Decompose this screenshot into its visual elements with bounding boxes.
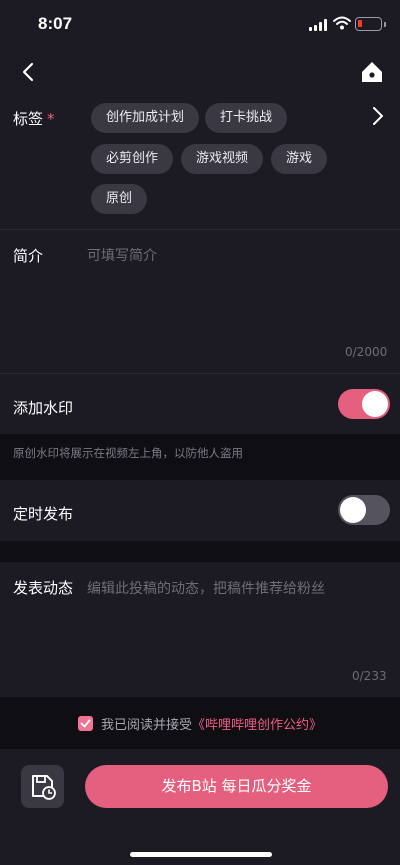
tag-chip[interactable]: 原创 (91, 184, 148, 214)
chevron-right-icon[interactable] (366, 104, 390, 128)
agreement-checkbox[interactable] (78, 715, 93, 731)
toggle-knob (362, 391, 388, 417)
section-gap (0, 541, 400, 562)
save-draft-button[interactable] (21, 765, 64, 808)
status-bar: 8:07 (0, 0, 400, 48)
required-mark: * (47, 110, 55, 128)
tag-chip[interactable]: 创作加成计划 (91, 103, 200, 133)
save-draft-icon (32, 775, 56, 800)
agreement-row: 我已阅读并接受 《哔哩哔哩创作公约》 (78, 714, 322, 733)
check-icon (80, 719, 91, 727)
tag-chip[interactable]: 游戏 (271, 144, 328, 174)
battery-icon (355, 17, 386, 31)
wifi-icon (333, 16, 351, 30)
intro-counter: 0/2000 (345, 345, 388, 359)
chevron-left-icon[interactable] (16, 58, 44, 86)
schedule-label: 定时发布 (13, 505, 74, 523)
home-indicator (130, 852, 272, 857)
tag-chip[interactable]: 游戏视频 (181, 144, 264, 174)
dynamic-counter: 0/233 (352, 669, 387, 683)
intro-label: 简介 (13, 247, 44, 265)
dynamic-input[interactable]: 编辑此投稿的动态，把稿件推荐给粉丝 (87, 578, 325, 598)
tags-label-text: 标签 (13, 110, 44, 128)
watermark-hint: 原创水印将展示在视频左上角，以防他人盗用 (13, 446, 243, 460)
cellular-signal-icon (309, 18, 329, 31)
agreement-link[interactable]: 《哔哩哔哩创作公约》 (192, 714, 322, 733)
tag-chip[interactable]: 打卡挑战 (205, 103, 288, 133)
schedule-toggle[interactable] (338, 495, 390, 525)
status-time: 8:07 (38, 14, 73, 33)
watermark-toggle[interactable] (338, 389, 390, 419)
watermark-label: 添加水印 (13, 399, 74, 417)
toggle-knob (340, 497, 366, 523)
dynamic-label: 发表动态 (13, 579, 74, 597)
divider (0, 229, 400, 230)
tags-label: 标签 * (13, 108, 55, 129)
agreement-text: 我已阅读并接受 (101, 717, 193, 733)
home-icon[interactable] (358, 58, 386, 86)
publish-button[interactable]: 发布B站 每日瓜分奖金 (85, 765, 388, 808)
intro-input[interactable]: 可填写简介 (87, 245, 157, 265)
divider (0, 373, 400, 374)
tag-chip[interactable]: 必剪创作 (91, 144, 174, 174)
